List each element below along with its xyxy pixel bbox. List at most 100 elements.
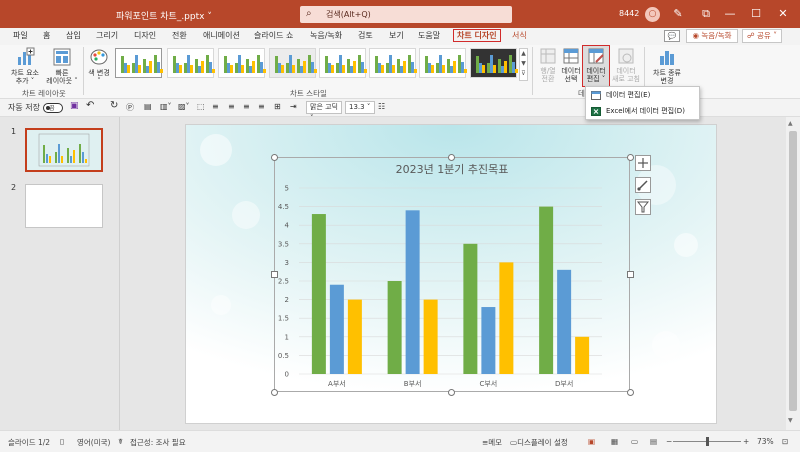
tab-recording[interactable]: 녹음/녹화 — [310, 30, 342, 41]
chart-style-1[interactable] — [115, 48, 163, 78]
chart-title[interactable]: 2023년 1분기 추진목표 — [396, 163, 509, 176]
column-icon[interactable]: ⊞ — [274, 102, 281, 111]
switch-row-column-button[interactable]: 행/열 전환 — [536, 47, 560, 83]
zoom-out-button[interactable]: − — [666, 437, 672, 446]
text-format-icon[interactable]: Ⓟ — [126, 102, 134, 113]
bar-D부서-series-1[interactable] — [539, 206, 554, 374]
chart-style-5[interactable] — [319, 48, 367, 78]
bar-C부서-series-1[interactable] — [463, 243, 478, 374]
chart-elements-button[interactable] — [635, 155, 651, 171]
notes-button[interactable]: ≡메모 — [482, 437, 502, 448]
picture-icon[interactable]: ▨˅ — [178, 102, 190, 111]
edit-data-button[interactable]: 데이터 편집 ˅ — [583, 47, 609, 83]
shape-icon[interactable]: ⬚ — [197, 102, 205, 111]
table-icon[interactable]: ▤ — [144, 102, 152, 111]
indent-icon[interactable]: ⇥ — [290, 102, 297, 111]
chart-style-3[interactable] — [218, 48, 266, 78]
minimize-button[interactable]: — — [718, 5, 742, 23]
record-button[interactable]: ◉ 녹음/녹화 — [686, 29, 738, 43]
share-button[interactable]: ☍ 공유 ˅ — [742, 29, 782, 43]
tab-animations[interactable]: 애니메이션 — [203, 30, 240, 41]
change-colors-button[interactable]: 색 변경 ˅ — [86, 47, 112, 85]
chart-style-4[interactable] — [269, 48, 317, 78]
ribbon-display-icon[interactable]: ⧉ — [694, 5, 718, 23]
tab-home[interactable]: 홈 — [43, 30, 50, 41]
resize-handle-bottom-left[interactable] — [271, 389, 278, 396]
scroll-up-icon[interactable]: ▲ — [788, 120, 793, 127]
bar-B부서-series-3[interactable] — [423, 299, 438, 374]
resize-handle-right[interactable] — [627, 271, 634, 278]
comments-button[interactable]: 💬 — [664, 30, 680, 42]
tab-transitions[interactable]: 전환 — [172, 30, 187, 41]
gallery-up-icon[interactable]: ▲ — [520, 49, 527, 59]
gallery-down-icon[interactable]: ▼ — [520, 59, 527, 69]
quick-layout-button[interactable]: 빠른 레이아웃 ˅ — [44, 47, 80, 85]
slide-thumbnail-1[interactable] — [25, 128, 103, 172]
normal-view-icon[interactable]: ▣ — [588, 437, 595, 446]
bars[interactable] — [311, 206, 590, 374]
align-left-icon[interactable]: ≡ — [212, 102, 219, 111]
zoom-slider-thumb[interactable] — [706, 437, 709, 446]
resize-handle-top-right[interactable] — [627, 154, 634, 161]
accessibility-status[interactable]: 접근성: 조사 필요 — [130, 437, 186, 448]
resize-handle-top[interactable] — [448, 154, 455, 161]
redo-icon[interactable]: ↻ — [110, 100, 118, 111]
undo-icon[interactable]: ↶ — [86, 100, 94, 111]
close-button[interactable]: ✕ — [771, 5, 795, 23]
menu-item-edit-data[interactable]: 데이터 편집(E) — [586, 88, 699, 103]
resize-handle-bottom-right[interactable] — [627, 389, 634, 396]
chart-style-8[interactable] — [470, 48, 518, 78]
search-box[interactable]: ⌕ 검색(Alt+Q) — [300, 6, 512, 23]
save-icon[interactable]: ▣ — [70, 101, 79, 111]
chart-style-6[interactable] — [369, 48, 417, 78]
bar-B부서-series-1[interactable] — [387, 281, 402, 374]
language-indicator[interactable]: 영어(미국) — [77, 437, 110, 448]
tab-slideshow[interactable]: 슬라이드 쇼 — [254, 30, 293, 41]
tab-view[interactable]: 보기 — [389, 30, 404, 41]
gallery-scrollbar[interactable]: ▲ ▼ ⊽ — [519, 48, 528, 81]
resize-handle-top-left[interactable] — [271, 154, 278, 161]
reading-view-icon[interactable]: ▭ — [631, 437, 638, 446]
chart-icon[interactable]: ▥˅ — [160, 102, 172, 111]
bar-A부서-series-1[interactable] — [311, 214, 326, 374]
spelling-icon[interactable]: ▯ — [60, 437, 64, 446]
chart-style-2[interactable] — [167, 48, 215, 78]
pen-icon[interactable]: ✎ — [666, 5, 690, 23]
justify-icon[interactable]: ≡ — [258, 102, 265, 111]
font-size-select[interactable]: 13.3 ˅ — [345, 101, 375, 114]
slide-sorter-icon[interactable]: ▦ — [611, 437, 618, 446]
tab-review[interactable]: 검토 — [358, 30, 373, 41]
resize-handle-bottom[interactable] — [448, 389, 455, 396]
resize-handle-left[interactable] — [271, 271, 278, 278]
scroll-down-icon[interactable]: ▼ — [788, 417, 793, 424]
more-icon[interactable]: ☷ — [378, 102, 385, 111]
font-name-select[interactable]: 맑은 고딕 ˅ — [306, 101, 342, 122]
align-center-icon[interactable]: ≡ — [228, 102, 235, 111]
select-data-button[interactable]: 데이터 선택 — [559, 47, 583, 83]
bar-B부서-series-2[interactable] — [405, 210, 420, 374]
avatar[interactable]: ○ — [645, 7, 660, 22]
scroll-thumb[interactable] — [789, 131, 797, 411]
align-right-icon[interactable]: ≡ — [243, 102, 250, 111]
bar-C부서-series-3[interactable] — [499, 262, 514, 374]
slideshow-icon[interactable]: ▤ — [650, 437, 657, 446]
zoom-in-button[interactable]: + — [743, 437, 749, 446]
slide-thumbnail-2[interactable] — [25, 184, 103, 228]
bar-A부서-series-2[interactable] — [329, 284, 344, 374]
tab-insert[interactable]: 삽입 — [66, 30, 81, 41]
add-chart-element-button[interactable]: 차트 요소 추가 ˅ — [6, 47, 44, 85]
document-title[interactable]: 파워포인트 차트_.pptx ˅ — [116, 9, 212, 22]
bar-D부서-series-2[interactable] — [557, 269, 572, 374]
tab-format[interactable]: 서식 — [512, 30, 527, 41]
vertical-scrollbar[interactable]: ▲ ▼ — [786, 117, 800, 430]
accessibility-icon[interactable]: ☤ — [118, 437, 123, 446]
refresh-data-button[interactable]: 데이터 새로 고침 — [611, 47, 641, 83]
chart-style-7[interactable] — [419, 48, 467, 78]
fit-slide-icon[interactable]: ⊡ — [782, 437, 788, 446]
tab-help[interactable]: 도움말 — [418, 30, 440, 41]
menu-item-edit-in-excel[interactable]: Excel에서 데이터 편집(D) — [586, 104, 699, 119]
maximize-button[interactable]: ☐ — [744, 5, 768, 23]
change-chart-type-button[interactable]: 차트 종류 변경 — [648, 47, 686, 85]
zoom-level[interactable]: 73% — [757, 437, 774, 446]
tab-draw[interactable]: 그리기 — [96, 30, 118, 41]
